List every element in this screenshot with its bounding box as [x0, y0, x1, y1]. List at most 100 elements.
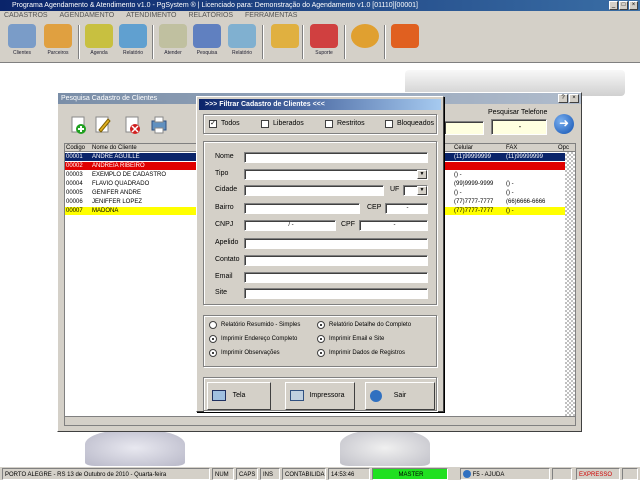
- col-opc[interactable]: Opc: [557, 144, 575, 151]
- cell-name: MADONA: [92, 208, 119, 214]
- toolbar-clients-button[interactable]: Clientes: [6, 23, 38, 61]
- schedule-icon: [85, 24, 113, 48]
- cell-celular: () -: [454, 172, 462, 178]
- cell-celular: (77)7777-7777: [454, 199, 494, 205]
- contato-label: Contato: [215, 256, 240, 263]
- cnpj-input[interactable]: / -: [244, 220, 336, 231]
- toolbar-support-button[interactable]: Suporte: [308, 23, 340, 61]
- search-field-a[interactable]: [444, 121, 484, 135]
- search-phone-input[interactable]: -: [491, 119, 547, 135]
- help-icon: [463, 470, 471, 479]
- cidade-input[interactable]: [244, 185, 384, 196]
- cell-celular: (99)9999-9999: [454, 181, 494, 187]
- toolbar-separator: [152, 25, 154, 59]
- filter-todos-label: Todos: [221, 120, 240, 127]
- print-client-button[interactable]: [150, 115, 168, 135]
- toolbar-exit-button[interactable]: [390, 23, 420, 61]
- cell-fax: () -: [506, 190, 514, 196]
- menu-relatorios[interactable]: RELATÓRIOS: [188, 12, 233, 19]
- menu-atendimento[interactable]: ATENDIMENTO: [126, 12, 176, 19]
- toolbar-report2-label: Relatório: [231, 50, 252, 56]
- cell-celular: [453, 162, 503, 170]
- uf-dropdown-button[interactable]: ▼: [417, 186, 427, 195]
- close-button[interactable]: ×: [629, 1, 638, 10]
- toolbar-calculator-button[interactable]: [270, 23, 300, 61]
- site-label: Site: [215, 289, 228, 296]
- toolbar-report-button[interactable]: Relatório: [118, 23, 148, 61]
- option-label: Imprimir Observações: [221, 350, 280, 356]
- toolbar-search-label: Pesquisa: [196, 50, 218, 56]
- filter-bloqueados-checkbox[interactable]: [385, 120, 393, 128]
- contato-input[interactable]: [244, 255, 428, 266]
- toolbar-partners-label: Parceiros: [47, 50, 69, 56]
- maximize-button[interactable]: □: [619, 1, 628, 10]
- toolbar-partners-button[interactable]: Parceiros: [42, 23, 74, 61]
- site-input[interactable]: [244, 288, 428, 299]
- cep-input[interactable]: -: [385, 203, 428, 214]
- option-radio[interactable]: [317, 349, 325, 357]
- cell-name: ANDREIA RIBEIRO: [92, 163, 145, 169]
- menu-agendamento[interactable]: AGENDAMENTO: [60, 12, 115, 19]
- col-celular[interactable]: Celular: [453, 144, 503, 151]
- option-radio[interactable]: [209, 321, 217, 329]
- minimize-button[interactable]: _: [609, 1, 618, 10]
- filter-restritos-checkbox[interactable]: [325, 120, 333, 128]
- search-go-button[interactable]: ➜: [554, 114, 574, 134]
- toolbar-attend-button[interactable]: Atender: [158, 23, 188, 61]
- add-client-button[interactable]: [70, 115, 88, 135]
- toolbar-support-label: Suporte: [315, 50, 333, 56]
- option-radio[interactable]: [317, 335, 325, 343]
- sair-button[interactable]: Sair: [365, 382, 435, 410]
- apelido-input[interactable]: [244, 238, 428, 249]
- edit-client-button[interactable]: [94, 115, 112, 135]
- cell-fax: (11)99999999: [506, 154, 543, 160]
- toolbar-tools-button[interactable]: [350, 23, 380, 61]
- tipo-select[interactable]: [244, 169, 428, 180]
- status-flag: EXPRESSO: [576, 468, 620, 480]
- filter-liberados-checkbox[interactable]: [261, 120, 269, 128]
- help-button[interactable]: ?: [558, 94, 568, 103]
- status-insert: CONTABILIDADE: [282, 468, 326, 480]
- toolbar-separator: [302, 25, 304, 59]
- col-nome[interactable]: Nome do Cliente: [91, 144, 191, 151]
- col-codigo[interactable]: Codigo: [65, 144, 91, 151]
- support-icon: [310, 24, 338, 48]
- option-radio[interactable]: [209, 335, 217, 343]
- cell-fax: () -: [506, 181, 514, 187]
- option-radio[interactable]: [209, 349, 217, 357]
- toolbar-search-button[interactable]: Pesquisa: [192, 23, 222, 61]
- bairro-input[interactable]: [244, 203, 360, 214]
- back-arrow-icon: [370, 390, 382, 402]
- col-fax[interactable]: FAX: [505, 144, 555, 151]
- toolbar-separator: [262, 25, 264, 59]
- app-title-bar: Programa Agendamento & Atendimento v1.0 …: [0, 0, 640, 11]
- calculator-icon: [271, 24, 299, 48]
- cpf-input[interactable]: -: [359, 220, 428, 231]
- background-decoration: [85, 430, 185, 466]
- horizontal-scrollbar[interactable]: [65, 416, 575, 425]
- cell-celular: () -: [454, 190, 462, 196]
- tipo-dropdown-button[interactable]: ▼: [417, 170, 427, 179]
- toolbar-schedule-button[interactable]: Agenda: [84, 23, 114, 61]
- tools-icon: [351, 24, 379, 48]
- delete-client-button[interactable]: [124, 115, 142, 135]
- status-end: [622, 468, 638, 480]
- filter-todos-checkbox[interactable]: ✓: [209, 120, 217, 128]
- nome-input[interactable]: [244, 152, 428, 163]
- status-ins: INS: [260, 468, 280, 480]
- cell-code: 00007: [66, 208, 83, 214]
- email-input[interactable]: [244, 272, 428, 283]
- cell-fax: [505, 171, 555, 179]
- impressora-button[interactable]: Impressora: [285, 382, 355, 410]
- option-radio[interactable]: [317, 321, 325, 329]
- tela-button[interactable]: Tela: [207, 382, 271, 410]
- menu-ferramentas[interactable]: FERRAMENTAS: [245, 12, 297, 19]
- window-close-button[interactable]: ×: [569, 94, 579, 103]
- menu-cadastros[interactable]: CADASTROS: [4, 12, 48, 19]
- bairro-label: Bairro: [215, 204, 234, 211]
- toolbar-report-label: Relatório: [122, 50, 143, 56]
- vertical-scrollbar[interactable]: [565, 152, 575, 424]
- option-label: Imprimir Dados de Registros: [329, 350, 406, 356]
- search-icon: [193, 24, 221, 48]
- toolbar-report2-button[interactable]: Relatório: [226, 23, 258, 61]
